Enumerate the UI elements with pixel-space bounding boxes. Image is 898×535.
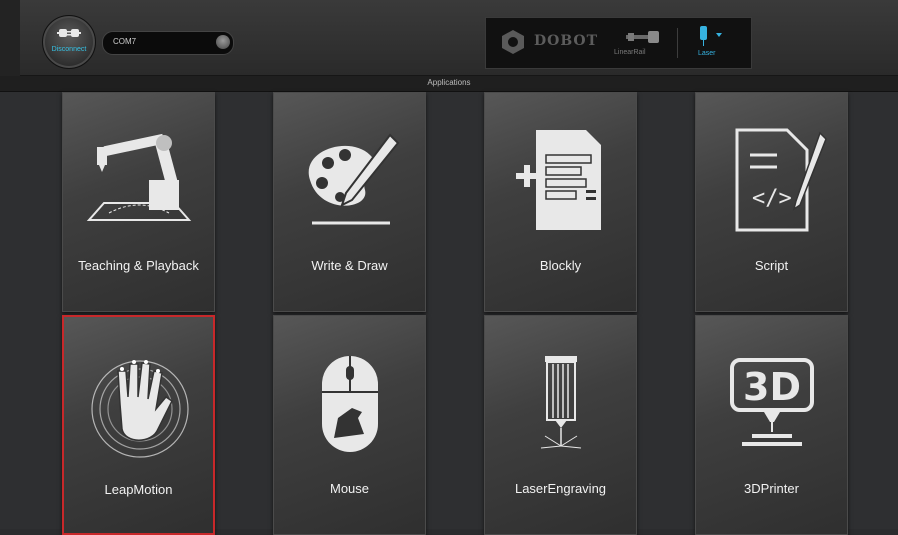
port-select[interactable]: COM7 <box>102 31 234 55</box>
3d-printer-icon: 3D <box>730 358 814 446</box>
app-label: LaserEngraving <box>514 481 607 496</box>
app-tile-blockly[interactable]: Blockly <box>484 92 637 312</box>
disconnect-label: Disconnect <box>51 46 87 53</box>
app-tile-write-draw[interactable]: Write & Draw <box>273 92 426 312</box>
app-label: Mouse <box>329 481 370 496</box>
app-tile-teaching-playback[interactable]: Teaching & Playback <box>62 92 215 312</box>
laser-head-icon[interactable] <box>696 25 726 47</box>
app-label: Teaching & Playback <box>78 258 199 273</box>
app-tile-mouse[interactable]: Mouse <box>273 315 426 535</box>
device-panel: DOBOT LinearRail Laser <box>485 17 752 69</box>
laser-engraver-icon <box>540 356 582 449</box>
script-document-icon: </> <box>735 128 827 232</box>
app-label: Write & Draw <box>311 258 388 273</box>
top-toolbar: Disconnect COM7 DOBOT LinearRail Laser <box>0 0 898 76</box>
disconnect-button[interactable]: Disconnect <box>42 15 96 69</box>
toolbar-edge <box>0 0 20 76</box>
app-label: LeapMotion <box>104 482 173 497</box>
app-tile-3d-printer[interactable]: 3D 3DPrinter <box>695 315 848 535</box>
applications-title: Applications <box>427 78 471 87</box>
app-tile-laser-engraving[interactable]: LaserEngraving <box>484 315 637 535</box>
panel-divider <box>677 28 678 58</box>
palette-pencil-icon <box>308 133 400 225</box>
port-dropdown-knob-icon[interactable] <box>216 35 230 49</box>
app-tile-leapmotion[interactable]: LeapMotion <box>62 315 215 535</box>
app-tile-script[interactable]: </> Script <box>695 92 848 312</box>
brand-name: DOBOT <box>534 33 599 49</box>
app-label: 3DPrinter <box>744 481 799 496</box>
mouse-icon <box>322 356 378 452</box>
svg-text:</>: </> <box>752 186 792 211</box>
port-value: COM7 <box>113 37 137 46</box>
blockly-document-icon <box>516 130 601 230</box>
dobot-logo-icon <box>502 30 524 54</box>
app-label: Script <box>754 258 789 273</box>
applications-header: Applications <box>0 76 898 92</box>
app-label: Blockly <box>539 258 582 273</box>
applications-grid: Teaching & Playback Write & Draw Blockly <box>0 92 898 535</box>
laser-label: Laser <box>698 50 716 57</box>
plug-icon <box>57 29 81 37</box>
hand-icon <box>91 360 189 458</box>
svg-text:3D: 3D <box>743 365 801 409</box>
linear-rail-label: LinearRail <box>614 49 646 56</box>
robot-arm-icon <box>86 133 192 221</box>
linear-rail-icon[interactable] <box>626 30 660 44</box>
